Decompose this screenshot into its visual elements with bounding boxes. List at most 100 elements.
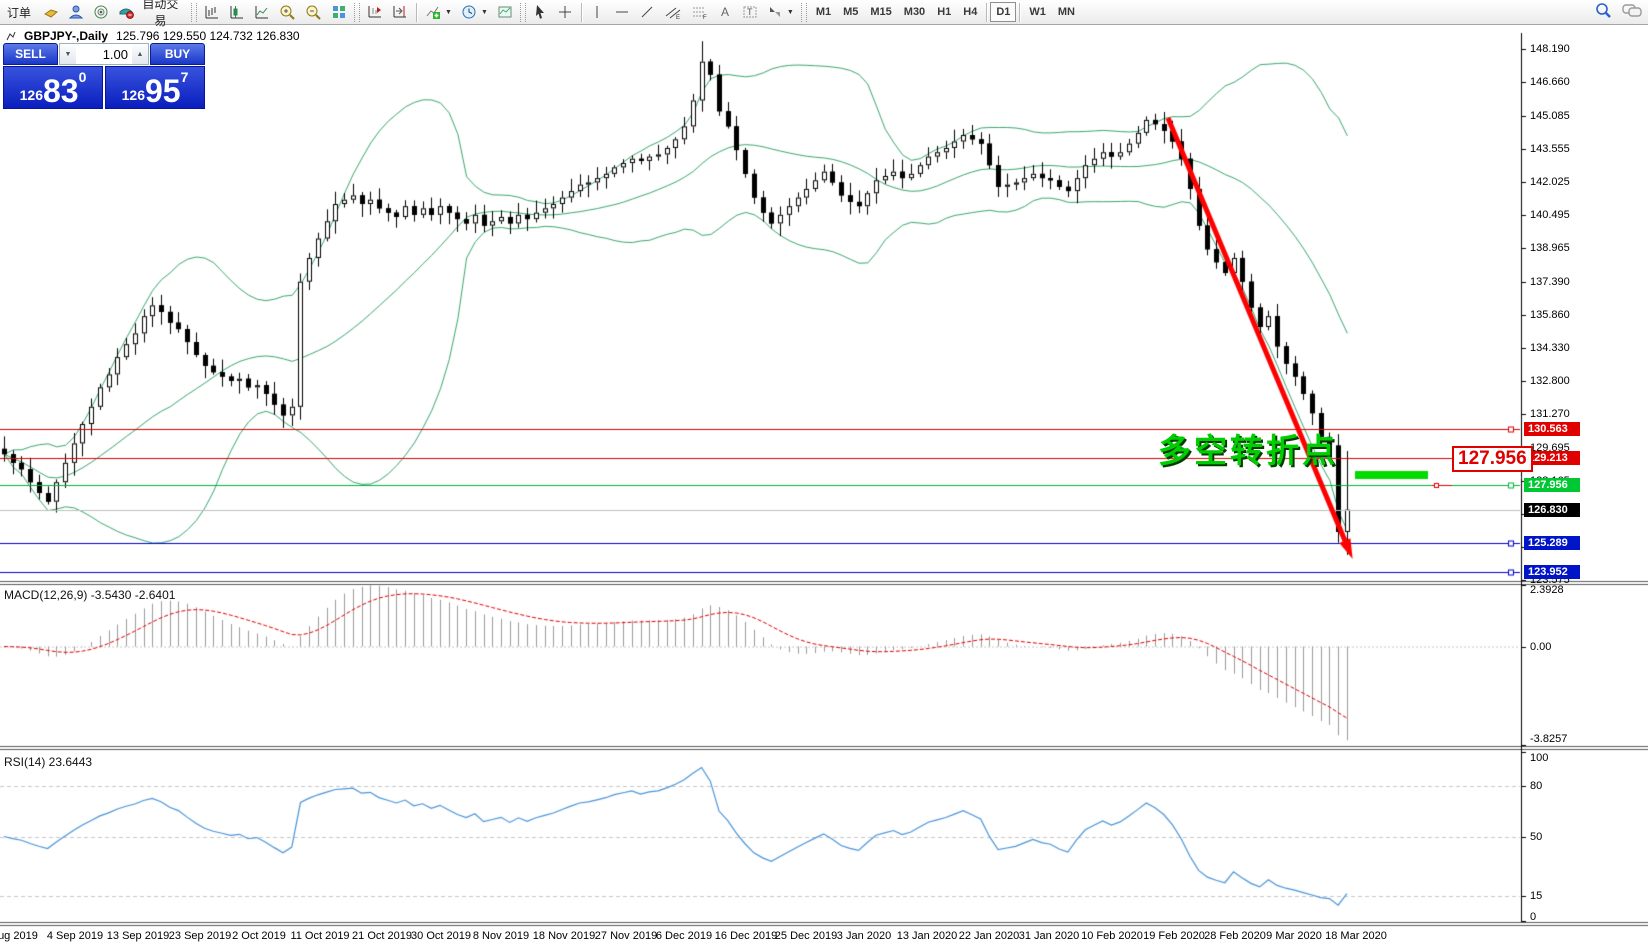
horizontal-line-tool-button[interactable] xyxy=(610,1,634,23)
volume-increase-button[interactable]: ▲ xyxy=(132,44,148,64)
sell-price-display[interactable]: 126 83 0 xyxy=(3,66,103,109)
macd-axis-tick: 0.00 xyxy=(1530,641,1551,653)
date-axis-label: 3 Jan 2020 xyxy=(837,930,891,942)
timeframe-mn-button[interactable]: MN xyxy=(1052,2,1081,22)
candlestick-chart-button[interactable] xyxy=(225,1,249,23)
timeframe-m15-button[interactable]: M15 xyxy=(864,2,897,22)
main-toolbar: 订单 自动交易 ▼ ▼ xyxy=(0,0,1648,25)
toolbar-grip xyxy=(191,3,197,22)
timeframe-m1-button[interactable]: M1 xyxy=(810,2,837,22)
macd-axis-tick: 2.3928 xyxy=(1530,584,1564,596)
new-order-button[interactable]: 订单 xyxy=(0,1,38,23)
price-axis-badge: 127.956 xyxy=(1524,478,1580,492)
price-axis-tick: 137.390 xyxy=(1530,276,1570,288)
svg-text:F: F xyxy=(703,15,707,20)
buy-price-display[interactable]: 126 95 7 xyxy=(105,66,205,109)
toolbar-separator xyxy=(986,3,987,22)
sell-label: SELL xyxy=(15,47,46,61)
date-axis-label: 23 Sep 2019 xyxy=(169,930,231,942)
price-axis-badge: 125.289 xyxy=(1524,536,1580,550)
vertical-line-icon xyxy=(590,4,604,20)
buy-price-pip: 7 xyxy=(181,69,189,85)
sell-price-main: 83 xyxy=(43,76,79,106)
rsi-axis-tick: 0 xyxy=(1530,911,1536,923)
expert-advisor-icon[interactable] xyxy=(89,1,113,23)
trendline-tool-button[interactable] xyxy=(635,1,659,23)
periods-button[interactable]: ▼ xyxy=(457,1,492,23)
line-chart-button[interactable] xyxy=(250,1,274,23)
date-axis-label: 10 Feb 2020 xyxy=(1081,930,1143,942)
price-axis-tick: 143.555 xyxy=(1530,143,1570,155)
dropdown-arrow-icon: ▼ xyxy=(445,9,452,16)
line-chart-icon xyxy=(254,4,270,20)
date-axis-label: 18 Mar 2020 xyxy=(1325,930,1387,942)
autotrading-label: 自动交易 xyxy=(137,0,184,29)
tile-windows-button[interactable] xyxy=(327,1,351,23)
price-axis-badge: 126.830 xyxy=(1524,503,1580,517)
volume-input[interactable] xyxy=(76,44,132,64)
rsi-axis-tick: 50 xyxy=(1530,831,1542,843)
rsi-axis-tick: 80 xyxy=(1530,780,1542,792)
zoom-in-button[interactable] xyxy=(275,1,300,23)
volume-decrease-button[interactable]: ▼ xyxy=(60,44,76,64)
date-axis-label: 21 Oct 2019 xyxy=(352,930,412,942)
chart-shift-button[interactable] xyxy=(388,1,412,23)
svg-text:T: T xyxy=(747,7,753,17)
horizontal-line-icon xyxy=(614,4,630,20)
profile-icon[interactable] xyxy=(64,1,88,23)
clock-icon xyxy=(461,4,477,20)
timeframe-bar: M1M5M15M30H1H4 D1 W1MN xyxy=(810,2,1081,22)
auto-scroll-button[interactable] xyxy=(363,1,387,23)
history-center-icon[interactable] xyxy=(39,1,63,23)
timeframe-m30-button[interactable]: M30 xyxy=(898,2,931,22)
date-axis-label: 2 Oct 2019 xyxy=(232,930,286,942)
template-icon xyxy=(497,4,513,20)
text-tool-button[interactable]: A xyxy=(714,1,737,23)
crosshair-tool-button[interactable] xyxy=(553,1,577,23)
price-axis-badge: 130.563 xyxy=(1524,422,1580,436)
bar-chart-button[interactable] xyxy=(200,1,224,23)
chat-icon[interactable] xyxy=(1622,3,1642,19)
date-axis-label: 4 Sep 2019 xyxy=(47,930,103,942)
timeframe-w1-button[interactable]: W1 xyxy=(1023,2,1052,22)
fibonacci-icon: F xyxy=(691,4,709,20)
autotrading-button[interactable]: 自动交易 xyxy=(114,1,188,23)
signal-icon xyxy=(93,4,109,20)
date-axis-label: 27 Nov 2019 xyxy=(595,930,657,942)
sell-price-pip: 0 xyxy=(79,69,87,85)
templates-button[interactable] xyxy=(493,1,517,23)
buy-button[interactable]: BUY xyxy=(150,43,205,65)
price-axis-tick: 131.270 xyxy=(1530,408,1570,420)
toolbar-separator xyxy=(416,3,417,22)
timeframe-m5-button[interactable]: M5 xyxy=(837,2,864,22)
chart-canvas[interactable] xyxy=(0,0,1648,946)
macd-axis-tick: -3.8257 xyxy=(1530,733,1567,745)
indicators-button[interactable]: ▼ xyxy=(421,1,456,23)
zoom-out-icon xyxy=(305,4,322,21)
timeframe-h4-button[interactable]: H4 xyxy=(957,2,983,22)
cursor-tool-button[interactable] xyxy=(529,1,552,23)
price-axis-tick: 146.660 xyxy=(1530,76,1570,88)
chart-title-icon xyxy=(6,31,16,41)
arrows-tool-button[interactable]: ▼ xyxy=(763,1,798,23)
timeframe-d1-button[interactable]: D1 xyxy=(990,2,1016,22)
svg-text:E: E xyxy=(676,15,680,20)
volume-control: ▼ ▲ xyxy=(59,43,149,65)
date-axis-label: 18 Nov 2019 xyxy=(533,930,595,942)
date-axis-label: 19 Feb 2020 xyxy=(1143,930,1205,942)
autotrading-icon xyxy=(118,4,134,20)
search-icon[interactable] xyxy=(1595,2,1612,19)
timeframe-h1-button[interactable]: H1 xyxy=(931,2,957,22)
vertical-line-tool-button[interactable] xyxy=(586,1,609,23)
price-tag-label[interactable]: 127.956 xyxy=(1452,446,1533,472)
channel-tool-button[interactable]: E xyxy=(660,1,686,23)
text-label-icon: T xyxy=(742,4,758,20)
toolbar-separator xyxy=(1019,3,1020,22)
indicators-icon xyxy=(425,4,441,20)
symbol-period-label: GBPJPY-,Daily xyxy=(24,29,108,43)
sell-button[interactable]: SELL xyxy=(3,43,58,65)
zoom-out-button[interactable] xyxy=(301,1,326,23)
price-axis-tick: 138.965 xyxy=(1530,242,1570,254)
fibonacci-tool-button[interactable]: F xyxy=(687,1,713,23)
label-tool-button[interactable]: T xyxy=(738,1,762,23)
